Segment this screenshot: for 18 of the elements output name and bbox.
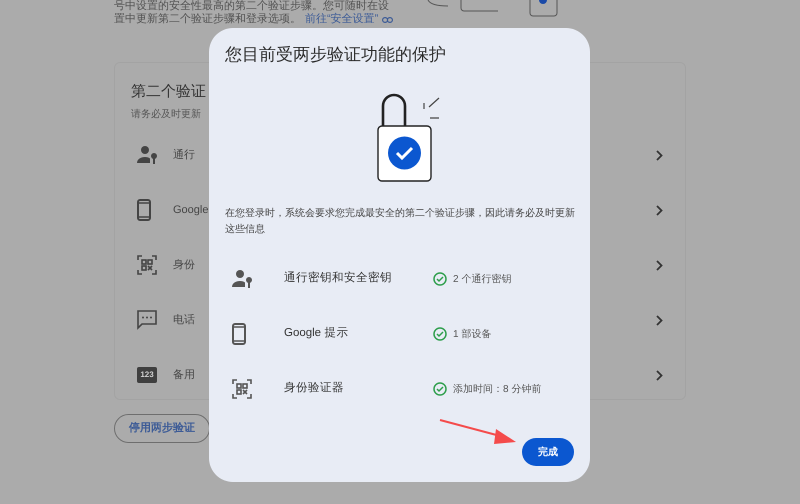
dialog-description: 在您登录时，系统会要求您完成最安全的第二个验证步骤，因此请务必及时更新这些信息 [225, 206, 576, 236]
method-label: Google [173, 202, 208, 218]
method-label: 身份验证器 [284, 380, 345, 396]
method-label: 通行密钥和安全密钥 [284, 270, 393, 286]
method-label: 通行 [173, 148, 195, 163]
section-subtitle: 请务必及时更新 [131, 108, 201, 122]
method-status: 1 部设备 [453, 328, 492, 342]
method-label: 身份 [173, 258, 195, 273]
section-title: 第二个验证 [131, 82, 206, 102]
intro-text: 置中更新第二个验证步骤和登录选项。 [114, 13, 301, 26]
method-label: 备用 [173, 368, 195, 383]
dialog-title: 您目前受两步验证功能的保护 [225, 44, 446, 66]
backup-codes-icon: 123 [137, 367, 157, 383]
method-label: 电话 [173, 312, 195, 328]
method-status: 2 个通行密钥 [453, 272, 512, 286]
method-label: Google 提示 [284, 326, 350, 342]
method-status: 添加时间：8 分钟前 [453, 382, 542, 396]
intro-text: 号中设置的安全性最高的第二个验证步骤。您可随时在设 [114, 0, 389, 12]
